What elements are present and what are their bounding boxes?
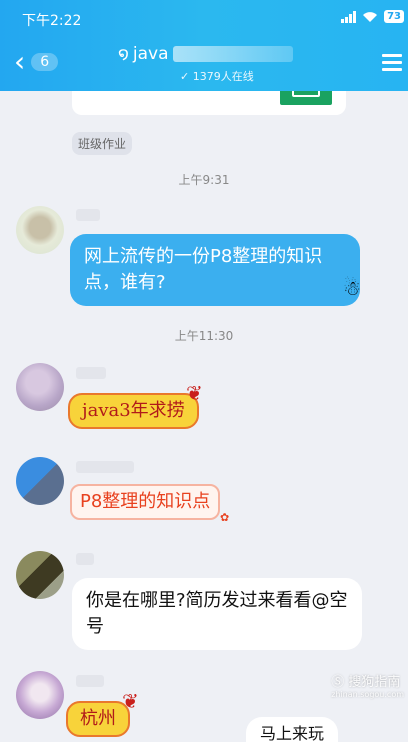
chat-title-area[interactable]: ໑ java ✓ 1379人在线 — [118, 44, 308, 84]
signal-icon — [341, 10, 357, 23]
chat-title-text: java — [132, 44, 169, 64]
sticker-decoration: ✿ — [220, 511, 230, 524]
sender-name — [76, 367, 106, 379]
chevron-left-icon: ‹ — [14, 45, 26, 78]
title-blur — [172, 46, 293, 62]
message-bubble[interactable]: 马上来玩 — [246, 717, 339, 742]
message-bubble[interactable]: P8整理的知识点 — [70, 484, 221, 520]
sender-name — [76, 553, 94, 565]
message-bubble[interactable]: 网上流传的一份P8整理的知识点，谁有? — [70, 234, 360, 306]
avatar[interactable] — [16, 363, 64, 411]
sogou-logo-icon: Ⓢ — [331, 675, 345, 690]
sender-name — [76, 461, 134, 473]
menu-icon[interactable] — [382, 54, 402, 75]
timestamp: 上午11:30 — [174, 329, 234, 343]
sender-name — [76, 209, 100, 221]
sender-name — [76, 675, 104, 687]
snowman-icon: ☃ — [343, 276, 361, 300]
file-icon — [280, 91, 332, 105]
chat-title: ໑ java — [118, 44, 308, 64]
status-time: 下午2:22 — [22, 13, 82, 29]
message-bubble[interactable]: 你是在哪里?简历发过来看看@空号 — [72, 578, 362, 650]
avatar[interactable] — [16, 206, 64, 254]
check-icon: ✓ — [180, 70, 190, 83]
unread-count-badge: 6 — [31, 53, 59, 71]
chat-area[interactable]: 班级作业 上午9:31 网上流传的一份P8整理的知识点，谁有? ☃ 上午11:3… — [0, 91, 408, 742]
message-tag: 班级作业 — [72, 132, 133, 155]
watermark: Ⓢ 搜狗指南 zhinan.sogou.com — [331, 675, 404, 699]
chat-header: 下午2:22 73 ‹ 6 ໑ java ✓ 1379人在线 — [0, 0, 408, 91]
online-count: ✓ 1379人在线 — [180, 70, 254, 83]
timestamp: 上午9:31 — [178, 173, 230, 187]
candied-fruit-icon: ❦ — [122, 689, 139, 713]
file-message-card[interactable] — [72, 91, 346, 115]
message-bubble[interactable]: 杭州 — [66, 701, 130, 737]
status-icons: 73 — [341, 10, 404, 23]
candied-fruit-icon: ❦ — [186, 381, 203, 405]
wifi-icon — [362, 11, 378, 23]
ear-icon: ໑ — [118, 44, 129, 64]
avatar[interactable] — [16, 671, 64, 719]
back-button[interactable]: ‹ 6 — [14, 45, 59, 78]
avatar[interactable] — [16, 457, 64, 505]
avatar[interactable] — [16, 551, 64, 599]
message-bubble[interactable]: java3年求捞 — [68, 393, 199, 429]
battery-icon: 73 — [384, 10, 404, 23]
